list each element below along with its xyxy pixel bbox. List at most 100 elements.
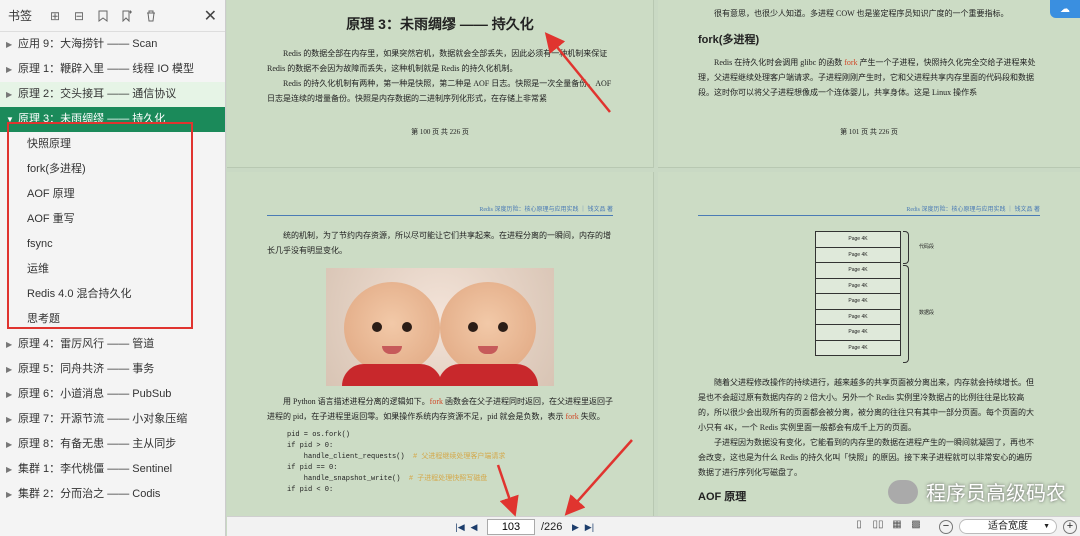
first-page-icon[interactable]: |◀	[453, 520, 467, 534]
continuous-view-icon[interactable]: ▯▯	[870, 519, 886, 533]
memory-page-diagram: Page 4K Page 4K Page 4K Page 4K Page 4K Page …	[815, 231, 975, 365]
paragraph: Redis 在持久化时会调用 glibc 的函数 fork 产生一个子进程，快照…	[698, 55, 1040, 100]
toc-chapter-item[interactable]: ▶ 原理 4：雷厉风行 —— 管道	[0, 332, 225, 357]
bookmark-sidebar: 书签 ⊞ ⊟ ✕ ▶ 应用 9：大海捞针 —— Scan ▶ 原理 1：鞭辟入里 ——…	[0, 0, 226, 536]
close-sidebar-icon[interactable]: ✕	[204, 6, 217, 26]
toc-chapter-item[interactable]: ▶ 原理 1：鞭辟入里 —— 线程 IO 模型	[0, 57, 225, 82]
toc-item-label: 思考题	[27, 313, 60, 325]
grid-view-icon[interactable]: ▩	[908, 519, 924, 533]
toc-chapter-item[interactable]: ▶ 应用 9：大海捞针 —— Scan	[0, 32, 225, 57]
code-segment-label: 代码段	[919, 244, 935, 250]
toc-chapter-item[interactable]: ▶ 原理 5：同舟共济 —— 事务	[0, 357, 225, 382]
toc-item-label: Redis 4.0 混合持久化	[27, 288, 132, 300]
paragraph: 用 Python 语言描述进程分离的逻辑如下。fork 函数会在父子进程同时返回…	[267, 394, 613, 424]
code-text: if pid < 0:	[287, 486, 334, 494]
page-navigation: |◀ ◀ /226 ▶ ▶|	[453, 518, 596, 536]
page-101: 很有意思，也很少人知道。多进程 COW 也是鉴定程序员知识广度的一个重要指标。 …	[658, 0, 1080, 168]
add-bookmark-icon[interactable]	[118, 7, 136, 25]
collapse-arrow-icon[interactable]: ▶	[6, 407, 12, 432]
memory-page-block: Page 4K	[815, 246, 901, 263]
zoom-in-icon[interactable]: +	[1063, 519, 1077, 534]
toc-item-label: 原理 2：交头接耳 —— 通信协议	[18, 88, 177, 100]
toc-chapter-item[interactable]: ▶ 集群 2：分而治之 —— Codis	[0, 482, 225, 507]
watermark-text: 程序员高级码农	[926, 481, 1066, 505]
cloud-icon[interactable]: ☁	[1050, 0, 1080, 18]
page-102: Redis 深度历险：核心原理与应用实践 ｜ 钱文品 著 统的机制，为了节约内存…	[227, 172, 654, 516]
memory-page-block: Page 4K	[815, 339, 901, 356]
toc-item-label: 原理 4：雷厉风行 —— 管道	[18, 338, 155, 350]
expand-arrow-icon[interactable]: ▼	[6, 107, 14, 132]
code-text: pid = os.fork()	[287, 431, 351, 439]
toc-chapter-item[interactable]: ▶ 原理 6：小道消息 —— PubSub	[0, 382, 225, 407]
page-footer: 第 100 页 共 226 页	[411, 128, 469, 136]
brace	[903, 231, 909, 264]
memory-page-block: Page 4K	[815, 308, 901, 325]
toc-list: ▶ 应用 9：大海捞针 —— Scan ▶ 原理 1：鞭辟入里 —— 线程 IO 模型…	[0, 32, 225, 507]
text: Redis 在持久化时会调用 glibc 的函数	[714, 58, 845, 67]
next-page-icon[interactable]: ▶	[568, 520, 582, 534]
zoom-out-icon[interactable]: −	[939, 519, 953, 534]
toc-subitem[interactable]: fsync	[0, 232, 225, 257]
page-100: 原理 3：未雨绸缪 —— 持久化 Redis 的数据全部在内存里，如果突然宕机，…	[227, 0, 654, 168]
toc-subitem[interactable]: AOF 重写	[0, 207, 225, 232]
collapse-arrow-icon[interactable]: ▶	[6, 432, 12, 457]
collapse-arrow-icon[interactable]: ▶	[6, 57, 12, 82]
text: 失败。	[578, 412, 605, 421]
toc-subitem[interactable]: AOF 原理	[0, 182, 225, 207]
chevron-down-icon: ▼	[1043, 523, 1050, 530]
prev-page-icon[interactable]: ◀	[467, 520, 481, 534]
collapse-arrow-icon[interactable]: ▶	[6, 32, 12, 57]
paragraph: 统的机制，为了节约内存资源，所以尽可能让它们共享起来。在进程分离的一瞬间，内存的…	[267, 231, 611, 255]
code-line: handle_snapshot_write() # 子进程处理快照写磁盘	[287, 474, 593, 485]
memory-page-block: Page 4K	[815, 293, 901, 310]
collapse-arrow-icon[interactable]: ▶	[6, 457, 12, 482]
baby-face	[344, 282, 440, 374]
code-text: handle_snapshot_write()	[287, 475, 401, 483]
page-number-input[interactable]	[487, 519, 535, 535]
keyword: fork	[844, 58, 858, 67]
code-line: if pid == 0:	[287, 463, 593, 474]
expand-all-icon[interactable]: ⊞	[46, 7, 64, 25]
collapse-arrow-icon[interactable]: ▶	[6, 482, 12, 507]
memory-page-block: Page 4K	[815, 277, 901, 294]
toc-chapter-item[interactable]: ▶ 原理 2：交头接耳 —— 通信协议	[0, 82, 225, 107]
pdf-reader-app: 书签 ⊞ ⊟ ✕ ▶ 应用 9：大海捞针 —— Scan ▶ 原理 1：鞭辟入里 ——…	[0, 0, 1080, 536]
chapter-title: 原理 3：未雨绸缪 —— 持久化	[346, 16, 534, 32]
toc-subitem[interactable]: 运维	[0, 257, 225, 282]
toc-item-label: 快照原理	[27, 138, 71, 150]
memory-page-block: Page 4K	[815, 262, 901, 279]
collapse-arrow-icon[interactable]: ▶	[6, 82, 12, 107]
code-comment: # 子进程处理快照写磁盘	[408, 475, 488, 483]
toc-subitem[interactable]: fork(多进程)	[0, 157, 225, 182]
last-page-icon[interactable]: ▶|	[582, 520, 596, 534]
memory-page-block: Page 4K	[815, 324, 901, 341]
toc-subitem[interactable]: Redis 4.0 混合持久化	[0, 282, 225, 307]
paragraph: 随着父进程修改操作的持续进行，越来越多的共享页面被分离出来，内存就会持续增长。但…	[698, 378, 1034, 432]
toc-item-label: 应用 9：大海捞针 —— Scan	[18, 38, 158, 50]
toc-item-label: 原理 8：有备无患 —— 主从同步	[18, 438, 177, 450]
baby-face	[440, 282, 536, 374]
code-line: if pid < 0:	[287, 485, 593, 496]
toc-subitem[interactable]: 思考题	[0, 307, 225, 332]
keyword: fork	[429, 397, 443, 406]
single-page-view-icon[interactable]: ▯	[851, 519, 867, 533]
zoom-select[interactable]: 适合宽度 ▼	[959, 519, 1057, 534]
collapse-arrow-icon[interactable]: ▶	[6, 332, 12, 357]
wechat-icon	[888, 479, 918, 504]
two-page-view-icon[interactable]: ▦	[889, 519, 905, 533]
collapse-arrow-icon[interactable]: ▶	[6, 357, 12, 382]
toc-chapter-item[interactable]: ▼ 原理 3：未雨绸缪 —— 持久化	[0, 107, 225, 132]
toc-chapter-item[interactable]: ▶ 原理 8：有备无患 —— 主从同步	[0, 432, 225, 457]
bookmark-icon[interactable]	[94, 7, 112, 25]
toc-chapter-item[interactable]: ▶ 原理 7：开源节流 —— 小对象压缩	[0, 407, 225, 432]
toc-item-label: AOF 原理	[27, 188, 75, 200]
toc-item-label: 运维	[27, 263, 49, 275]
total-pages: /226	[541, 521, 563, 533]
delete-bookmark-icon[interactable]	[142, 7, 160, 25]
collapse-all-icon[interactable]: ⊟	[70, 7, 88, 25]
document-viewer[interactable]: 原理 3：未雨绸缪 —— 持久化 Redis 的数据全部在内存里，如果突然宕机，…	[227, 0, 1080, 516]
sidebar-title: 书签	[8, 9, 33, 23]
toc-subitem[interactable]: 快照原理	[0, 132, 225, 157]
collapse-arrow-icon[interactable]: ▶	[6, 382, 12, 407]
toc-chapter-item[interactable]: ▶ 集群 1：李代桃僵 —— Sentinel	[0, 457, 225, 482]
